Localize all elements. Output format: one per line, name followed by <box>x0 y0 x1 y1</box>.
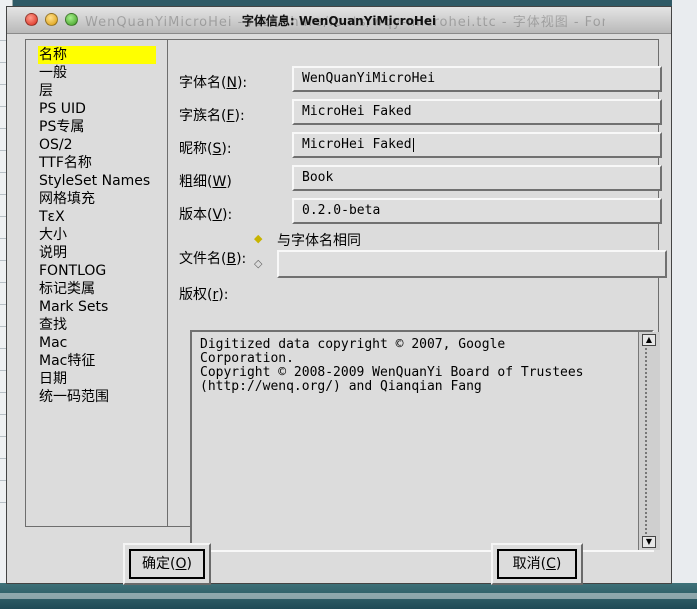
nav-item-names[interactable]: 名称 <box>38 46 156 64</box>
ok-button[interactable]: 确定(O) <box>129 549 205 579</box>
nav-item-mac[interactable]: Mac <box>38 334 68 352</box>
nav-item-mac-features[interactable]: Mac特征 <box>38 352 96 370</box>
title-bar[interactable]: WenQuanYiMicroHei - /usr/share/fonts/wqy… <box>7 7 671 34</box>
nav-item-fontlog[interactable]: FONTLOG <box>38 262 107 280</box>
ok-button-frame: 确定(O) <box>123 543 211 585</box>
background-window-edge-right <box>672 0 697 609</box>
weight-label: 粗细(W) <box>179 174 232 190</box>
nav-item-size[interactable]: 大小 <box>38 226 68 244</box>
nav-item-tex[interactable]: TεX <box>38 208 66 226</box>
nickname-label: 昵称(S): <box>179 141 232 157</box>
weight-field[interactable]: Book <box>292 165 662 191</box>
nav-item-lookups[interactable]: 查找 <box>38 316 68 334</box>
nav-item-layers[interactable]: 层 <box>38 82 54 100</box>
nav-item-dates[interactable]: 日期 <box>38 370 68 388</box>
family-name-field[interactable]: MicroHei Faked <box>292 99 662 125</box>
cancel-button[interactable]: 取消(C) <box>497 549 577 579</box>
version-field[interactable]: 0.2.0-beta <box>292 198 662 224</box>
category-list: 名称 一般 层 PS UID PS专属 OS/2 TTF名称 StyleSet … <box>26 40 168 526</box>
nav-item-unicode-ranges[interactable]: 统一码范围 <box>38 388 110 406</box>
filename-field[interactable] <box>277 250 667 278</box>
fontname-label: 字体名(N): <box>179 75 248 91</box>
nav-item-grid-fitting[interactable]: 网格填充 <box>38 190 96 208</box>
version-label: 版本(V): <box>179 207 233 223</box>
nav-item-ps-private[interactable]: PS专属 <box>38 118 85 136</box>
nav-item-mark-classes[interactable]: 标记类属 <box>38 280 96 298</box>
scroll-up-arrow-icon[interactable]: ▲ <box>642 334 656 346</box>
nav-item-general[interactable]: 一般 <box>38 64 68 82</box>
nav-item-os2[interactable]: OS/2 <box>38 136 74 154</box>
nav-item-mark-sets[interactable]: Mark Sets <box>38 298 109 316</box>
nav-item-ps-uid[interactable]: PS UID <box>38 100 87 118</box>
nav-item-ttf-names[interactable]: TTF名称 <box>38 154 93 172</box>
custom-filename-radio[interactable]: ◇ <box>254 257 262 270</box>
filename-label: 文件名(B): <box>179 251 247 267</box>
same-as-fontname-radio[interactable]: ◆ <box>254 232 262 245</box>
font-info-dialog: WenQuanYiMicroHei - /usr/share/fonts/wqy… <box>6 6 672 585</box>
desktop-background <box>0 583 697 609</box>
nav-item-comment[interactable]: 说明 <box>38 244 68 262</box>
scroll-down-arrow-icon[interactable]: ▼ <box>642 536 656 548</box>
scrollbar-track[interactable] <box>645 348 654 534</box>
fontname-field[interactable]: WenQuanYiMicroHei <box>292 66 662 92</box>
window-title: 字体信息: WenQuanYiMicroHei <box>241 14 437 28</box>
cancel-button-frame: 取消(C) <box>491 543 583 585</box>
copyright-scrollbar[interactable]: ▲ ▼ <box>638 332 660 550</box>
nickname-field[interactable]: MicroHei Faked <box>292 132 662 158</box>
text-cursor <box>412 137 414 152</box>
nav-item-styleset-names[interactable]: StyleSet Names <box>38 172 151 190</box>
dialog-content: 名称 一般 层 PS UID PS专属 OS/2 TTF名称 StyleSet … <box>25 39 667 552</box>
copyright-text: Digitized data copyright © 2007, Google C… <box>200 337 584 394</box>
family-label: 字族名(F): <box>179 108 245 124</box>
copyright-textarea[interactable]: Digitized data copyright © 2007, Google C… <box>190 330 654 552</box>
copyright-label: 版权(r): <box>179 287 229 303</box>
same-as-fontname-label: 与字体名相同 <box>277 233 361 249</box>
